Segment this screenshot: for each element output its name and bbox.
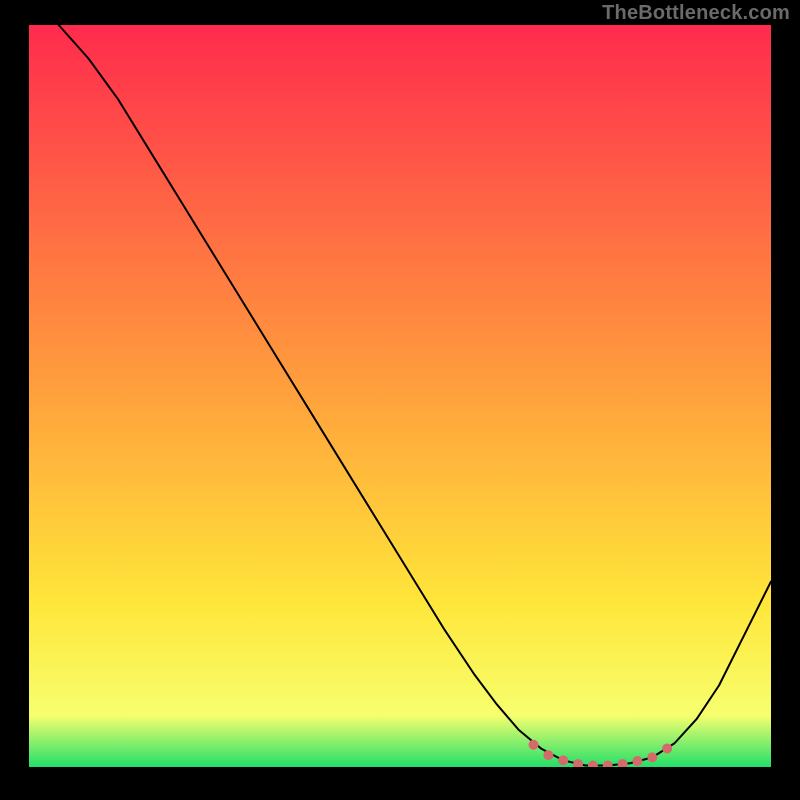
bottleneck-chart [29,25,771,767]
chart-frame: TheBottleneck.com [0,0,800,800]
curve-dot [662,743,672,753]
curve-dot [632,756,642,766]
curve-dot [543,750,553,760]
curve-dot [647,752,657,762]
curve-dot [529,740,539,750]
curve-dot [558,755,568,765]
watermark-text: TheBottleneck.com [602,2,790,25]
